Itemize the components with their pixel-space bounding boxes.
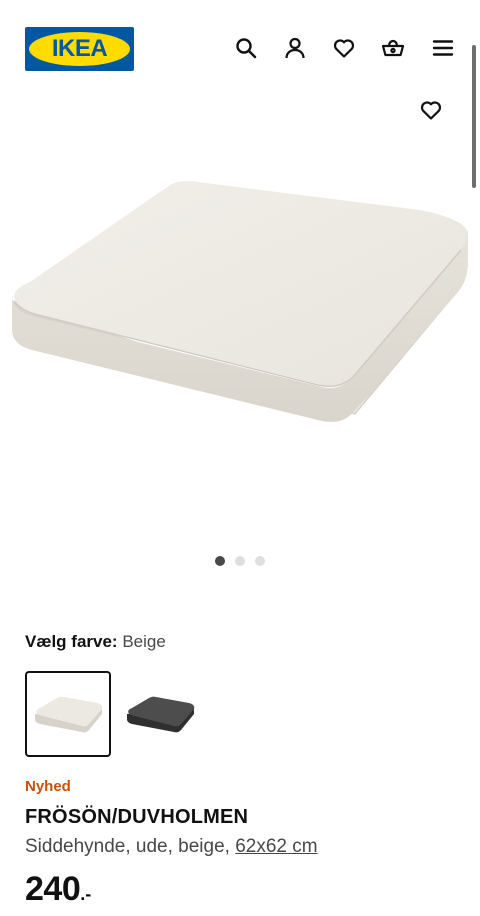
image-pagination [215,556,265,566]
product-price: 240.- [25,870,91,909]
menu-icon[interactable] [430,35,456,61]
color-picker-label: Vælg farve: Beige [25,631,166,653]
search-icon[interactable] [233,35,259,61]
basket-icon[interactable] [380,35,406,61]
header: IKEA [0,0,480,100]
color-label: Vælg farve: [25,632,118,651]
product-image[interactable] [0,150,480,450]
product-size-link[interactable]: 62x62 cm [235,836,317,857]
color-swatch-dark-grey[interactable] [117,671,203,757]
selected-color-value: Beige [122,632,166,651]
heart-icon[interactable] [331,35,357,61]
new-badge: Nyhed [25,778,71,795]
pagination-dot-1[interactable] [215,556,225,566]
logo-text: IKEA [51,35,108,62]
product-name: FRÖSÖN/DUVHOLMEN [25,806,249,828]
color-swatch-beige[interactable] [25,671,111,757]
product-description: Siddehynde, ude, beige, 62x62 cm [25,836,318,858]
pagination-dot-2[interactable] [235,556,245,566]
ikea-logo[interactable]: IKEA [25,27,134,71]
price-value: 240 [25,870,81,908]
product-description-text: Siddehynde, ude, beige, [25,836,230,857]
favorite-heart-icon[interactable] [417,97,445,123]
user-icon[interactable] [282,35,308,61]
price-suffix: .- [80,884,92,904]
pagination-dot-3[interactable] [255,556,265,566]
